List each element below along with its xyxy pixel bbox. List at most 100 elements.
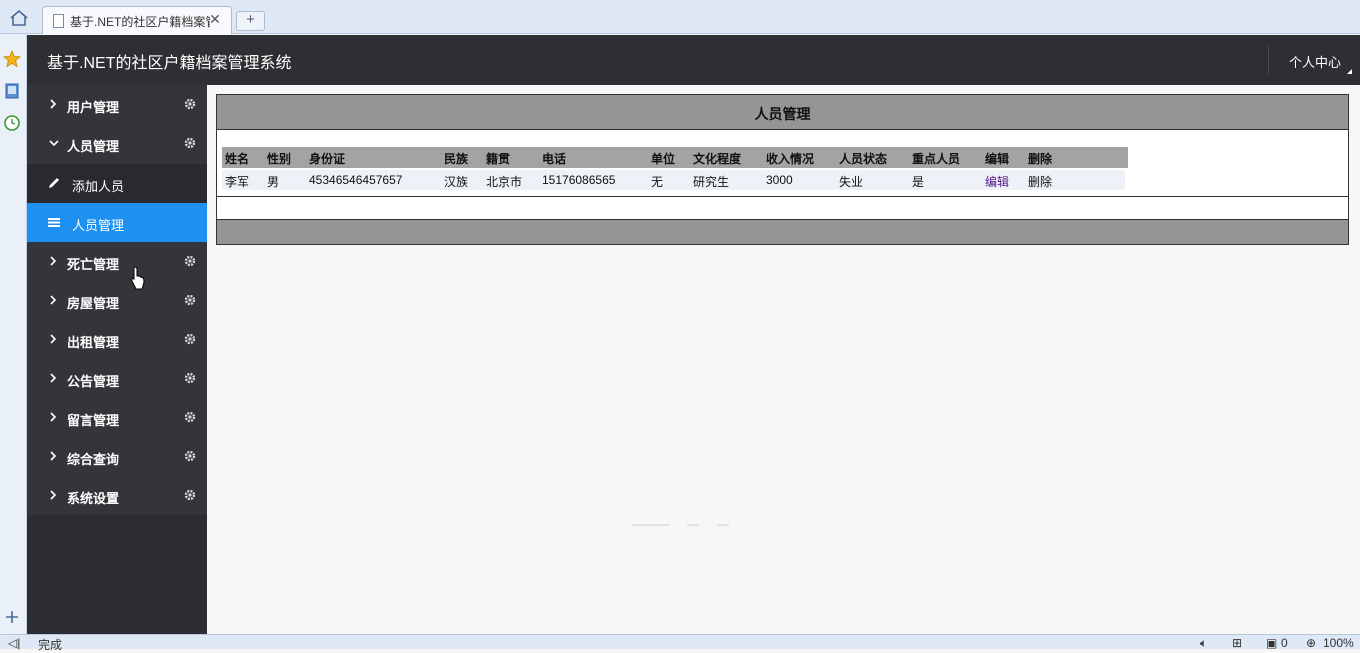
panel-header: 人员管理 bbox=[217, 95, 1348, 130]
browser-tab-strip: 基于.NET的社区户籍档案管理系统 ✕ + bbox=[0, 0, 1360, 34]
sidebar-item-label: 人员管理 bbox=[72, 218, 125, 233]
sidebar-group-label: 留言管理 bbox=[67, 413, 120, 428]
chevron-right-icon bbox=[48, 253, 58, 269]
cell-phone: 15176086565 bbox=[542, 173, 616, 187]
loading-dash bbox=[717, 524, 729, 526]
sidebar-group-label: 公告管理 bbox=[67, 374, 120, 389]
gear-icon bbox=[184, 98, 196, 110]
column-header: 性别 bbox=[267, 152, 292, 166]
status-text: 完成 bbox=[38, 638, 63, 652]
column-header: 身份证 bbox=[309, 152, 346, 166]
cell-id-card: 45346546457657 bbox=[309, 173, 403, 187]
column-header: 人员状态 bbox=[839, 152, 888, 166]
cell-ethnicity: 汉族 bbox=[444, 175, 469, 189]
person-panel: 人员管理 姓名 性别 身份证 民族 籍贯 电话 单位 文化程度 收入情况 人员状… bbox=[216, 94, 1349, 245]
cell-name: 李军 bbox=[225, 175, 250, 189]
browser-status-bar: ◁| 完成 🔈︎ ⊞ ▣ 0 ⊕ 100% bbox=[0, 634, 1360, 652]
sidebar-group-label: 人员管理 bbox=[67, 139, 120, 154]
close-tab-icon[interactable]: ✕ bbox=[208, 11, 222, 27]
column-header: 籍贯 bbox=[486, 152, 511, 166]
sidebar-group-label: 系统设置 bbox=[67, 491, 120, 506]
gear-icon bbox=[184, 450, 196, 462]
cell-education: 研究生 bbox=[693, 175, 730, 189]
chevron-right-icon bbox=[48, 96, 58, 112]
chevron-right-icon bbox=[48, 409, 58, 425]
sidebar-group-user[interactable]: 用户管理 bbox=[27, 85, 207, 124]
column-header: 姓名 bbox=[225, 152, 250, 166]
add-panel-icon[interactable] bbox=[3, 608, 21, 626]
sidebar-menu: 用户管理 人员管理 添加人员 人员管理 死亡管理 房屋管理 出租管理 公告管理 bbox=[27, 85, 207, 634]
gear-icon bbox=[184, 411, 196, 423]
cell-income: 3000 bbox=[766, 173, 793, 187]
panel-divider bbox=[217, 196, 1348, 197]
cell-key-person: 是 bbox=[912, 175, 925, 189]
sidebar-group-notice[interactable]: 公告管理 bbox=[27, 359, 207, 398]
sidebar-group-person[interactable]: 人员管理 bbox=[27, 124, 207, 163]
chevron-right-icon bbox=[48, 292, 58, 308]
cell-employer: 无 bbox=[651, 175, 664, 189]
column-header: 删除 bbox=[1028, 152, 1053, 166]
browser-tab[interactable]: 基于.NET的社区户籍档案管理系统 ✕ bbox=[42, 6, 232, 34]
chevron-right-icon bbox=[48, 448, 58, 464]
column-header: 编辑 bbox=[985, 152, 1010, 166]
column-header: 重点人员 bbox=[912, 152, 961, 166]
main-content: 人员管理 姓名 性别 身份证 民族 籍贯 电话 单位 文化程度 收入情况 人员状… bbox=[207, 85, 1360, 634]
gear-icon bbox=[184, 137, 196, 149]
cell-status: 失业 bbox=[839, 175, 864, 189]
sidebar-group-query[interactable]: 综合查询 bbox=[27, 437, 207, 476]
edit-link[interactable]: 编辑 bbox=[985, 173, 1009, 190]
tab-title: 基于.NET的社区户籍档案管理系统 bbox=[70, 15, 210, 29]
loading-dash bbox=[632, 524, 670, 526]
gear-icon bbox=[184, 333, 196, 345]
table-row: 李军 男 45346546457657 汉族 北京市 15176086565 无… bbox=[222, 170, 1125, 190]
reading-list-icon[interactable] bbox=[3, 82, 21, 100]
chevron-right-icon bbox=[48, 331, 58, 347]
column-header: 收入情况 bbox=[766, 152, 815, 166]
pencil-icon bbox=[47, 176, 61, 190]
column-header: 单位 bbox=[651, 152, 676, 166]
sidebar-group-house[interactable]: 房屋管理 bbox=[27, 281, 207, 320]
header-divider bbox=[1268, 45, 1269, 75]
delete-link[interactable]: 删除 bbox=[1028, 173, 1052, 190]
sidebar-group-label: 死亡管理 bbox=[67, 257, 120, 272]
chevron-right-icon bbox=[48, 370, 58, 386]
gear-icon bbox=[184, 489, 196, 501]
speaker-icon[interactable]: 🔈︎ bbox=[1200, 636, 1207, 651]
gear-icon bbox=[184, 255, 196, 267]
sidebar-item-label: 添加人员 bbox=[72, 179, 125, 194]
sidebar-group-death[interactable]: 死亡管理 bbox=[27, 242, 207, 281]
cell-gender: 男 bbox=[267, 175, 280, 189]
favorites-star-icon[interactable] bbox=[3, 49, 21, 68]
user-center-link[interactable]: 个人中心 bbox=[1289, 52, 1341, 71]
column-header: 文化程度 bbox=[693, 152, 742, 166]
sidebar-empty-area bbox=[27, 515, 207, 634]
sidebar-group-label: 房屋管理 bbox=[67, 296, 120, 311]
sidebar-group-label: 综合查询 bbox=[67, 452, 120, 467]
panel-title: 人员管理 bbox=[754, 106, 811, 122]
panel-footer bbox=[217, 220, 1348, 244]
sidebar-group-rent[interactable]: 出租管理 bbox=[27, 320, 207, 359]
home-icon[interactable] bbox=[9, 9, 29, 27]
sidebar-item-person-manage[interactable]: 人员管理 bbox=[27, 203, 207, 242]
document-icon bbox=[53, 14, 64, 28]
chevron-down-icon bbox=[48, 135, 59, 151]
caret-icon bbox=[1347, 69, 1352, 74]
sidebar-submenu: 添加人员 人员管理 bbox=[27, 164, 207, 242]
table-header: 姓名 性别 身份证 民族 籍贯 电话 单位 文化程度 收入情况 人员状态 重点人… bbox=[222, 147, 1128, 168]
sidebar-group-settings[interactable]: 系统设置 bbox=[27, 476, 207, 515]
sidebar-group-message[interactable]: 留言管理 bbox=[27, 398, 207, 437]
browser-sidebar bbox=[0, 34, 27, 634]
app-header: 基于.NET的社区户籍档案管理系统 个人中心 bbox=[27, 35, 1360, 85]
gear-icon bbox=[184, 294, 196, 306]
history-clock-icon[interactable] bbox=[3, 114, 21, 132]
column-header: 民族 bbox=[444, 152, 469, 166]
sidebar-group-label: 用户管理 bbox=[67, 100, 120, 115]
cell-native-place: 北京市 bbox=[486, 175, 523, 189]
loading-dash bbox=[687, 524, 699, 526]
app-title: 基于.NET的社区户籍档案管理系统 bbox=[47, 55, 292, 72]
chevron-right-icon bbox=[48, 487, 58, 503]
sidebar-group-label: 出租管理 bbox=[67, 335, 120, 350]
new-tab-button[interactable]: + bbox=[236, 11, 265, 31]
column-header: 电话 bbox=[542, 152, 567, 166]
sidebar-item-add-person[interactable]: 添加人员 bbox=[27, 164, 207, 203]
